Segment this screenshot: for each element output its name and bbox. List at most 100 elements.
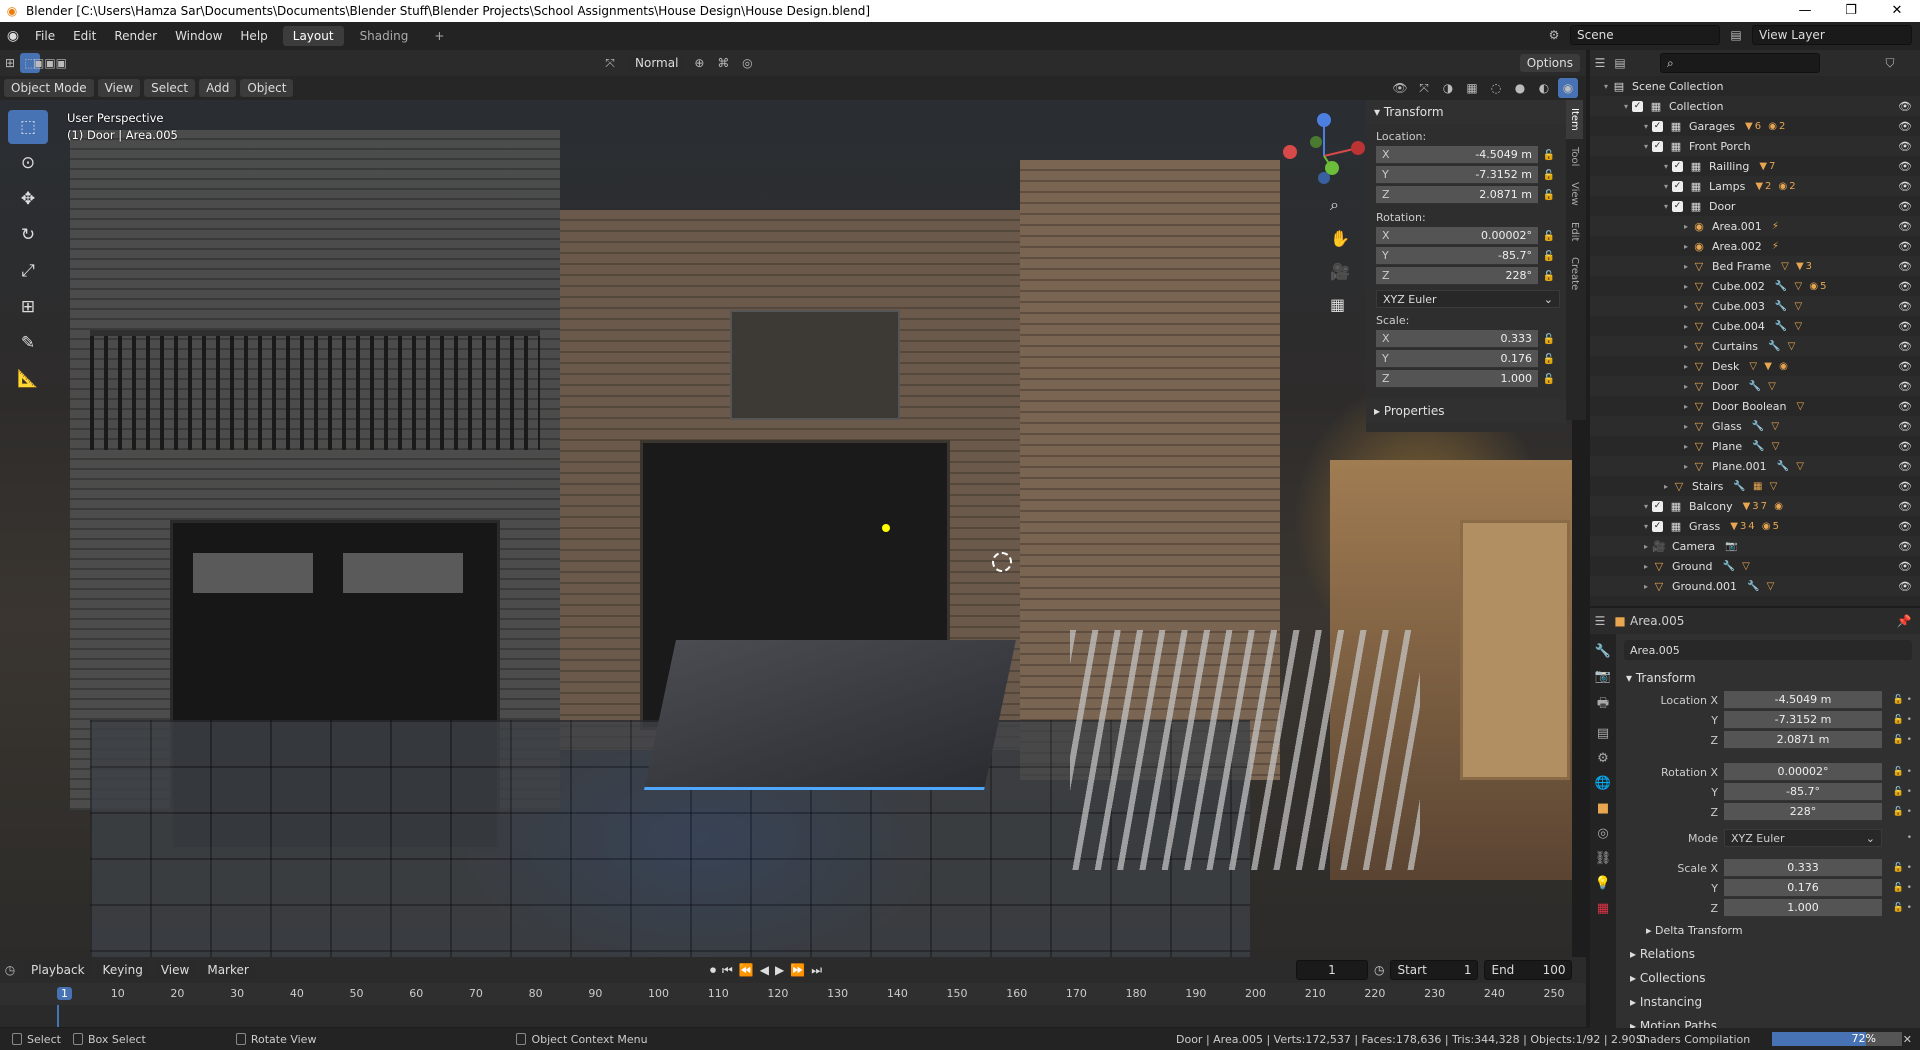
eye-icon[interactable]: 👁 bbox=[1898, 500, 1912, 513]
outliner-item[interactable]: ▾ ✓ ▦ Railling ▼7 👁 bbox=[1590, 156, 1920, 176]
select-mode-icons[interactable]: ▣▣▣ bbox=[33, 53, 67, 73]
output-props-icon[interactable]: 🖶 bbox=[1597, 694, 1609, 716]
lock-keyframe-icon[interactable]: 🔓 • bbox=[1882, 807, 1912, 817]
expand-arrow-icon[interactable]: ▸ bbox=[1680, 242, 1692, 251]
tab-item[interactable]: Item bbox=[1566, 100, 1583, 139]
outliner-item[interactable]: ▸ 🎥 Camera 📷 👁 bbox=[1590, 536, 1920, 556]
outliner-item[interactable]: ▸ ▽ Door Boolean ▽ 👁 bbox=[1590, 396, 1920, 416]
prev-keyframe-icon[interactable]: ⏪ bbox=[739, 963, 754, 978]
outliner-item[interactable]: ▾ ✓ ▦ Collection 👁 bbox=[1590, 96, 1920, 116]
exclude-checkbox[interactable]: ✓ bbox=[1652, 520, 1663, 532]
jump-start-icon[interactable]: ⏮ bbox=[722, 963, 733, 978]
outliner-item[interactable]: ▸ ▽ Ground.001 🔧 ▽ 👁 bbox=[1590, 576, 1920, 596]
menu-keying[interactable]: Keying bbox=[95, 961, 150, 979]
scale-y-field[interactable]: Y 0.176 bbox=[1376, 350, 1538, 368]
display-mode-icon[interactable]: ▤ bbox=[1610, 53, 1630, 73]
blender-menu-icon[interactable]: ◉ bbox=[0, 28, 26, 44]
view-layer-field[interactable]: View Layer bbox=[1752, 25, 1912, 45]
expand-arrow-icon[interactable]: ▸ bbox=[1660, 482, 1672, 491]
outliner-item[interactable]: ▾ ✓ ▦ Door 👁 bbox=[1590, 196, 1920, 216]
prop-field[interactable]: 1.000 bbox=[1724, 899, 1882, 917]
start-frame-field[interactable]: Start 1 bbox=[1390, 960, 1479, 980]
eye-icon[interactable]: 👁 bbox=[1898, 520, 1912, 533]
expand-arrow-icon[interactable]: ▾ bbox=[1640, 502, 1652, 511]
menu-edit[interactable]: Edit bbox=[64, 29, 105, 43]
play-reverse-icon[interactable]: ◀ bbox=[760, 963, 769, 978]
shading-material-icon[interactable]: ◐ bbox=[1534, 78, 1554, 98]
lock-icon[interactable]: 🔓 bbox=[1538, 190, 1560, 201]
eye-icon[interactable]: 👁 bbox=[1898, 200, 1912, 213]
expand-arrow-icon[interactable]: ▸ bbox=[1680, 462, 1692, 471]
expand-arrow-icon[interactable]: ▸ bbox=[1680, 262, 1692, 271]
eye-icon[interactable]: 👁 bbox=[1898, 420, 1912, 433]
outliner-item[interactable]: ▸ ▽ Door 🔧 ▽ 👁 bbox=[1590, 376, 1920, 396]
editor-type-icon[interactable]: ⊞ bbox=[0, 53, 20, 73]
lock-keyframe-icon[interactable]: 🔓 • bbox=[1882, 863, 1912, 873]
outliner-item[interactable]: ▾ ✓ ▦ Lamps ▼2 ◉2 👁 bbox=[1590, 176, 1920, 196]
outliner-item[interactable]: ▸ ▽ Desk ▽ ▼ ◉ 👁 bbox=[1590, 356, 1920, 376]
add-workspace-button[interactable]: + bbox=[424, 26, 454, 46]
outliner-item[interactable]: ▸ ◉ Area.002 ⚡ 👁 bbox=[1590, 236, 1920, 256]
exclude-checkbox[interactable]: ✓ bbox=[1652, 500, 1663, 512]
exclude-checkbox[interactable]: ✓ bbox=[1672, 160, 1683, 172]
expand-arrow-icon[interactable]: ▸ bbox=[1680, 442, 1692, 451]
filter-icon[interactable]: ⛉ bbox=[1880, 53, 1900, 73]
menu-file[interactable]: File bbox=[26, 29, 64, 43]
tab-shading[interactable]: Shading bbox=[350, 26, 419, 46]
camera-view-icon[interactable]: 🎥 bbox=[1330, 262, 1350, 281]
eye-icon[interactable]: 👁 bbox=[1898, 140, 1912, 153]
transform-header[interactable]: ▾ Transform bbox=[1366, 100, 1566, 124]
lock-icon[interactable]: 🔓 bbox=[1538, 271, 1560, 282]
minimize-button[interactable]: — bbox=[1782, 0, 1828, 22]
eye-icon[interactable]: 👁 bbox=[1898, 120, 1912, 133]
outliner-item[interactable]: ▸ ▽ Cube.004 🔧 ▽ 👁 bbox=[1590, 316, 1920, 336]
outliner-item[interactable]: ▸ ▽ Curtains 🔧 ▽ 👁 bbox=[1590, 336, 1920, 356]
rotation-mode-dropdown[interactable]: XYZ Euler ⌄ bbox=[1376, 290, 1560, 308]
transform-tool-icon[interactable]: ⊞ bbox=[8, 290, 48, 324]
lock-icon[interactable]: 🔓 bbox=[1538, 170, 1560, 181]
jump-end-icon[interactable]: ⏭ bbox=[811, 963, 822, 978]
eye-icon[interactable]: 👁 bbox=[1898, 380, 1912, 393]
expand-arrow-icon[interactable]: ▾ bbox=[1660, 202, 1672, 211]
outliner-item[interactable]: ▾ ✓ ▦ Grass ▼34 ◉5 👁 bbox=[1590, 516, 1920, 536]
expand-arrow-icon[interactable]: ▸ bbox=[1680, 402, 1692, 411]
annotate-tool-icon[interactable]: ✎ bbox=[8, 326, 48, 360]
rotate-tool-icon[interactable]: ↻ bbox=[8, 218, 48, 252]
outliner-item[interactable]: ▾ ✓ ▦ Front Porch 👁 bbox=[1590, 136, 1920, 156]
scale-x-field[interactable]: X 0.333 bbox=[1376, 330, 1538, 348]
eye-icon[interactable]: 👁 bbox=[1898, 280, 1912, 293]
lock-icon[interactable]: 🔓 bbox=[1538, 374, 1560, 385]
location-x-field[interactable]: X -4.5049 m bbox=[1376, 146, 1538, 164]
shading-rendered-icon[interactable]: ◉ bbox=[1558, 78, 1578, 98]
clock-icon[interactable]: ◷ bbox=[1374, 963, 1384, 977]
menu-timeline-view[interactable]: View bbox=[153, 961, 197, 979]
prop-field[interactable]: 0.00002° bbox=[1724, 763, 1882, 781]
viewport-menu-add[interactable]: Add bbox=[199, 79, 237, 97]
lock-keyframe-icon[interactable]: 🔓 • bbox=[1882, 695, 1912, 705]
data-props-icon[interactable]: 💡 bbox=[1595, 876, 1611, 891]
properties-editor-icon[interactable]: ☰ bbox=[1590, 611, 1610, 631]
collections-panel[interactable]: ▸ Collections bbox=[1616, 966, 1920, 990]
expand-arrow-icon[interactable]: ▾ bbox=[1660, 182, 1672, 191]
render-props-icon[interactable]: 📷 bbox=[1595, 669, 1611, 684]
tool-props-icon[interactable]: 🔧 bbox=[1595, 644, 1611, 659]
eye-icon[interactable]: 👁 bbox=[1898, 540, 1912, 553]
xray-icon[interactable]: ▦ bbox=[1462, 78, 1482, 98]
expand-arrow-icon[interactable]: ▸ bbox=[1640, 542, 1652, 551]
outliner-item[interactable]: ▸ ▽ Cube.003 🔧 ▽ 👁 bbox=[1590, 296, 1920, 316]
end-frame-field[interactable]: End 100 bbox=[1484, 960, 1573, 980]
lock-keyframe-icon[interactable]: 🔓 • bbox=[1882, 735, 1912, 745]
expand-arrow-icon[interactable]: ▾ bbox=[1660, 162, 1672, 171]
close-button[interactable]: ✕ bbox=[1874, 0, 1920, 22]
object-name-field[interactable]: Area.005 bbox=[1624, 640, 1912, 660]
outliner-item[interactable]: ▸ ◉ Area.001 ⚡ 👁 bbox=[1590, 216, 1920, 236]
prop-field[interactable]: 2.0871 m bbox=[1724, 731, 1882, 749]
lock-icon[interactable]: 🔓 bbox=[1538, 150, 1560, 161]
scene-icon[interactable]: ⚙ bbox=[1544, 25, 1564, 45]
eye-icon[interactable]: 👁 bbox=[1898, 460, 1912, 473]
outliner-item[interactable]: ▸ ▽ Cube.002 🔧 ▽ ◉5 👁 bbox=[1590, 276, 1920, 296]
object-mode-dropdown[interactable]: Object Mode bbox=[4, 79, 94, 97]
exclude-checkbox[interactable]: ✓ bbox=[1632, 100, 1643, 112]
expand-arrow-icon[interactable]: ▸ bbox=[1680, 422, 1692, 431]
outliner-item[interactable]: ▸ ▽ Ground 🔧 ▽ 👁 bbox=[1590, 556, 1920, 576]
